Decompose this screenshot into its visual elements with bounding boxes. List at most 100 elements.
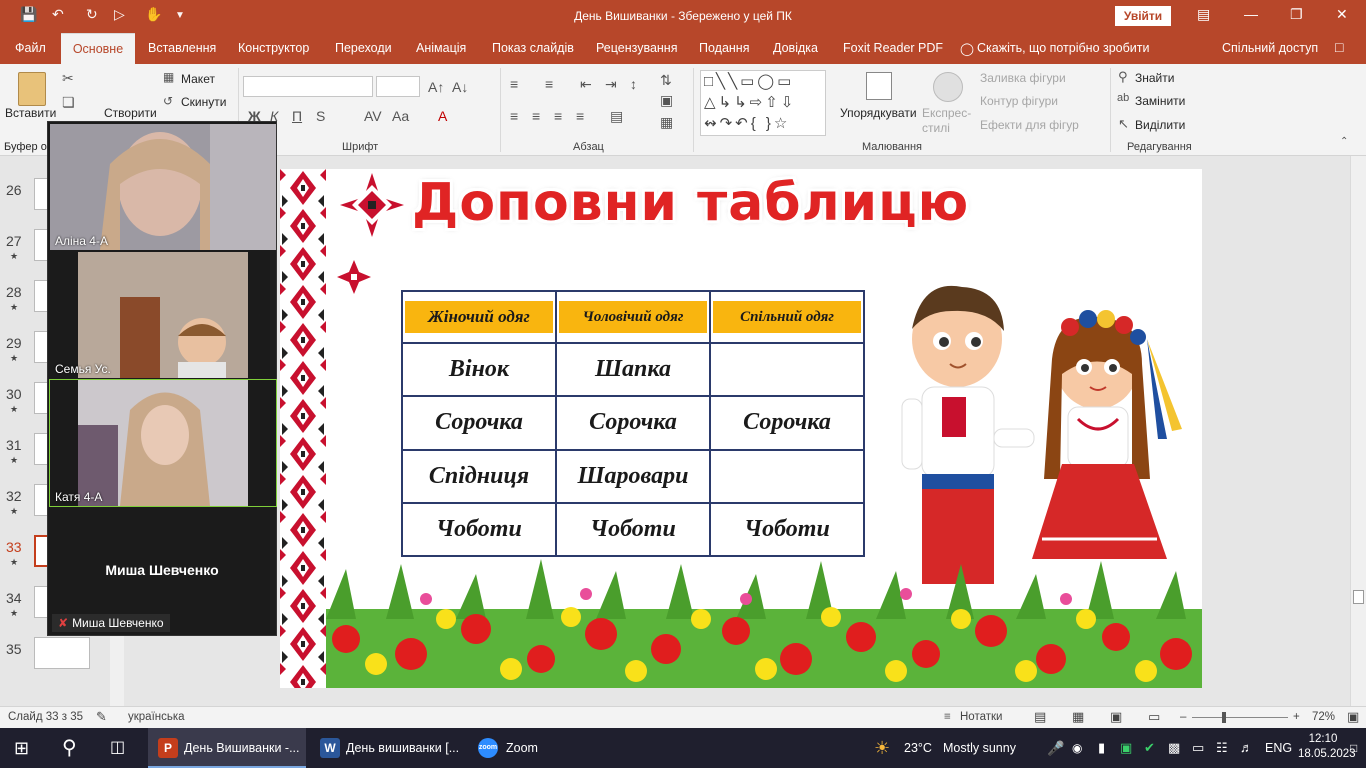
zoom-slider-thumb[interactable] <box>1222 712 1226 723</box>
decrease-indent-icon[interactable]: ⇤ <box>580 76 592 93</box>
align-right-icon[interactable]: ≡ <box>554 108 562 124</box>
align-center-icon[interactable]: ≡ <box>532 108 540 124</box>
paste-button[interactable]: Вставити <box>5 106 56 120</box>
video-tile-participant-2[interactable]: Семья Ус. <box>50 252 276 378</box>
underline-icon[interactable]: П <box>292 108 302 124</box>
tab-design[interactable]: Конструктор <box>238 41 309 55</box>
tab-help[interactable]: Довідка <box>773 41 818 55</box>
char-spacing-icon[interactable]: AV <box>364 108 382 124</box>
volume-icon[interactable]: ♬ <box>1240 728 1253 768</box>
windows-start-icon[interactable]: ⊞ <box>14 728 29 768</box>
tab-view[interactable]: Подання <box>699 41 749 55</box>
decrease-font-icon[interactable]: A↓ <box>452 79 468 95</box>
current-slide[interactable]: Доповни таблицю Жіночий одяг Чоловічий о… <box>280 169 1202 688</box>
text-direction-icon[interactable]: ⇅ <box>660 72 672 89</box>
tab-file[interactable]: Файл <box>15 41 46 55</box>
shadow-icon[interactable]: S <box>316 108 325 124</box>
tab-home[interactable]: Основне <box>61 33 135 64</box>
tray-battery-icon[interactable]: ▮ <box>1098 728 1105 768</box>
zoom-level[interactable]: 72% <box>1312 711 1335 723</box>
slideshow-icon[interactable]: ▭ <box>1148 709 1160 725</box>
slide-thumbnail[interactable] <box>34 637 90 669</box>
weather-temp[interactable]: 23°C <box>904 728 932 768</box>
select-button[interactable]: Виділити <box>1135 118 1185 132</box>
wifi-icon[interactable]: ☷ <box>1216 728 1228 768</box>
search-icon[interactable]: ⚲ <box>62 728 77 768</box>
tab-slideshow[interactable]: Показ слайдів <box>492 41 574 55</box>
numbering-icon[interactable]: ≡ <box>545 76 553 92</box>
clock[interactable]: 12:10 18.05.2023 <box>1298 728 1356 768</box>
shape-effects-button[interactable]: Ефекти для фігур <box>980 118 1079 132</box>
arrange-button[interactable]: Упорядкувати <box>840 106 917 120</box>
collapse-ribbon-icon[interactable]: ⌃ <box>1340 136 1348 147</box>
signin-button[interactable]: Увійти <box>1115 6 1171 26</box>
language-switch[interactable]: ENG <box>1265 728 1292 768</box>
ribbon-display-icon[interactable]: ▤ <box>1197 6 1210 23</box>
vertical-scrollbar[interactable] <box>1350 156 1366 706</box>
replace-button[interactable]: Замінити <box>1135 94 1185 108</box>
font-name-field[interactable] <box>243 76 373 97</box>
tray-zoom-icon[interactable]: ◉ <box>1072 728 1082 768</box>
taskbar-zoom[interactable]: zoom Zoom <box>472 728 562 768</box>
shape-fill-button[interactable]: Заливка фігури <box>980 71 1066 85</box>
tray-app-icon[interactable]: ▣ <box>1120 728 1132 768</box>
normal-view-icon[interactable]: ▤ <box>1034 709 1046 725</box>
fit-slide-icon[interactable]: ▣ <box>1347 709 1359 725</box>
increase-font-icon[interactable]: A↑ <box>428 79 444 95</box>
find-button[interactable]: Знайти <box>1135 71 1174 85</box>
tell-me-search[interactable]: Скажіть, що потрібно зробити <box>977 41 1150 55</box>
zoom-slider[interactable] <box>1192 717 1288 718</box>
share-button[interactable]: Спільний доступ <box>1222 41 1318 55</box>
align-left-icon[interactable]: ≡ <box>510 108 518 124</box>
columns-icon[interactable]: ▤ <box>610 108 623 125</box>
change-case-icon[interactable]: Aa <box>392 108 409 124</box>
slide-sorter-icon[interactable]: ▦ <box>1072 709 1084 725</box>
weather-text[interactable]: Mostly sunny <box>943 728 1016 768</box>
bullets-icon[interactable]: ≡ <box>510 76 518 92</box>
restore-button[interactable]: ❐ <box>1290 6 1303 23</box>
increase-indent-icon[interactable]: ⇥ <box>605 76 617 93</box>
quick-styles-button[interactable]: Експрес-стилі <box>922 106 972 136</box>
notes-icon[interactable]: ≡ <box>944 711 951 723</box>
tab-review[interactable]: Рецензування <box>596 41 677 55</box>
paste-icon[interactable] <box>18 72 46 106</box>
scrollbar-thumb[interactable] <box>1353 590 1364 604</box>
layout-button[interactable]: Макет <box>181 72 215 86</box>
tray-display-icon[interactable]: ▭ <box>1192 728 1204 768</box>
zoom-in-icon[interactable]: + <box>1293 711 1300 723</box>
tray-security-icon[interactable]: ✔ <box>1144 728 1155 768</box>
align-text-icon[interactable]: ▣ <box>660 92 673 109</box>
copy-icon[interactable]: ❏ <box>62 94 75 111</box>
zoom-video-panel[interactable]: Аліна 4-А Семья Ус. Катя 4-А Миша Шевчен… <box>47 121 277 636</box>
zoom-out-icon[interactable]: – <box>1180 711 1186 723</box>
line-spacing-icon[interactable]: ↕ <box>630 76 637 92</box>
tray-network-app-icon[interactable]: ▩ <box>1168 728 1180 768</box>
justify-icon[interactable]: ≡ <box>576 108 584 124</box>
video-tile-participant-1[interactable]: Аліна 4-А <box>50 124 276 250</box>
task-view-icon[interactable]: ◫ <box>110 728 125 768</box>
language-indicator[interactable]: українська <box>128 711 185 723</box>
cut-icon[interactable]: ✂ <box>62 70 74 87</box>
reset-button[interactable]: Скинути <box>181 95 226 109</box>
shapes-gallery[interactable]: □╲╲▭◯▭ △↳↳⇨⇧⇩ ↭↷↶{ }☆ <box>700 70 826 136</box>
spellcheck-icon[interactable]: ✎ <box>96 709 107 725</box>
tab-insert[interactable]: Вставлення <box>148 41 216 55</box>
notifications-icon[interactable]: □ <box>1350 728 1357 768</box>
tab-animations[interactable]: Анімація <box>416 41 466 55</box>
clothing-table[interactable]: Жіночий одяг Чоловічий одяг Спільний одя… <box>401 290 865 558</box>
microphone-icon[interactable]: 🎤 <box>1047 728 1064 768</box>
taskbar-word[interactable]: W День вишиванки [... <box>310 728 468 768</box>
close-button[interactable]: ✕ <box>1336 6 1348 23</box>
font-size-field[interactable] <box>376 76 420 97</box>
minimize-button[interactable]: — <box>1244 6 1258 22</box>
notes-button[interactable]: Нотатки <box>960 711 1002 723</box>
weather-icon[interactable]: ☀ <box>874 728 890 768</box>
comments-icon[interactable]: □ <box>1335 39 1343 55</box>
tab-foxit[interactable]: Foxit Reader PDF <box>843 41 943 55</box>
font-color-icon[interactable]: A <box>438 108 447 124</box>
video-tile-participant-3[interactable]: Катя 4-А <box>49 379 277 507</box>
reading-view-icon[interactable]: ▣ <box>1110 709 1122 725</box>
taskbar-powerpoint[interactable]: P День Вишиванки -... <box>148 728 306 768</box>
smartart-icon[interactable]: ▦ <box>660 114 673 131</box>
new-slide-button[interactable]: Створити <box>104 106 157 120</box>
